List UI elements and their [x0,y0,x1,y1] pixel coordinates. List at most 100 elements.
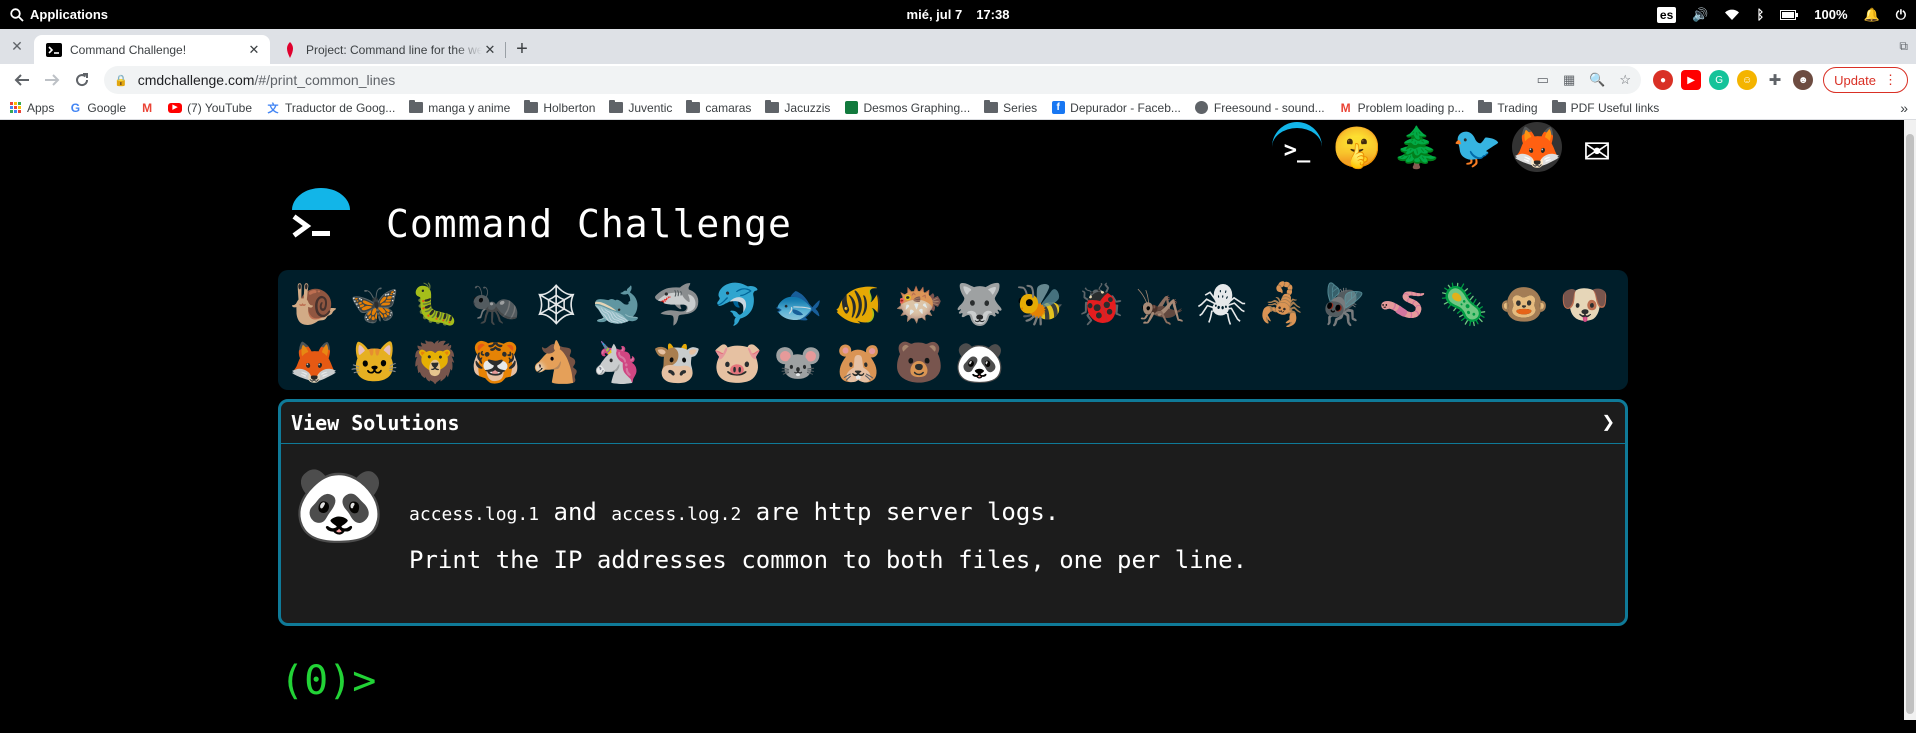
more-menu-icon: ⋮ [1884,72,1897,87]
profile-avatar[interactable]: ☻ [1793,70,1814,90]
challenge-unicorn-icon[interactable]: 🦄 [587,334,648,392]
keyboard-layout-indicator[interactable]: es [1656,6,1677,23]
extension-grammarly-icon[interactable]: G [1709,70,1730,90]
filename-code: access.log.2 [611,504,742,525]
challenge-cow-icon[interactable]: 🐮 [647,334,708,392]
challenge-bear-icon[interactable]: 🐻 [889,334,950,392]
battery-icon[interactable] [1780,9,1799,20]
reload-button[interactable] [68,66,96,94]
extension-youtube-icon[interactable]: ▶ [1681,70,1702,90]
close-tab-icon[interactable]: ✕ [246,42,262,58]
challenge-fly-icon[interactable]: 🪰 [1313,276,1374,334]
challenge-dog-icon[interactable]: 🐶 [1555,276,1616,334]
challenge-bee-icon[interactable]: 🐝 [1010,276,1071,334]
power-icon[interactable]: ⏻ [1896,7,1906,23]
challenge-panel: View Solutions ❯ 🐼 access.log.1 and acce… [278,399,1628,626]
challenge-wolf-icon[interactable]: 🐺 [950,276,1011,334]
lock-icon[interactable]: 🔒 [114,74,128,87]
bluetooth-icon[interactable]: ᛒ [1756,7,1764,22]
bookmark-item[interactable]: Juventic [609,100,672,115]
challenge-description-line2: Print the IP addresses common to both fi… [409,546,1248,574]
page-scrollbar[interactable] [1904,120,1916,720]
bookmark-item[interactable]: camaras [686,100,751,115]
challenge-dolphin-icon[interactable]: 🐬 [708,276,769,334]
bookmark-item[interactable]: Series [984,100,1037,115]
challenge-pig-icon[interactable]: 🐷 [708,334,769,392]
tab-command-challenge[interactable]: Command Challenge! ✕ [34,35,270,64]
extension-avatar-icon[interactable]: ☺ [1737,70,1758,90]
new-tab-button[interactable]: + [506,35,538,64]
bookmark-item[interactable]: Jacuzzis [765,100,830,115]
challenge-worm-icon[interactable]: 🪱 [1373,276,1434,334]
challenge-scorpion-icon[interactable]: 🦂 [1252,276,1313,334]
cast-icon[interactable]: ▭ [1537,72,1549,88]
challenge-tropical-fish-icon[interactable]: 🐠 [829,276,890,334]
bookmark-item[interactable]: Apps [8,101,54,115]
challenge-whale-icon[interactable]: 🐋 [587,276,648,334]
close-tab-icon[interactable]: ✕ [482,42,498,58]
gitlab-icon[interactable]: 🦊 [1512,122,1562,172]
mail-icon[interactable]: ✉ [1572,122,1622,173]
scrollbar-thumb[interactable] [1906,134,1914,714]
bookmark-star-icon[interactable]: ☆ [1619,72,1631,88]
challenge-spider-web-icon[interactable]: 🕸 [526,276,587,334]
forward-button[interactable] [38,66,66,94]
bookmark-item[interactable]: Holberton [524,100,595,115]
challenge-fox-icon[interactable]: 🦊 [284,334,345,392]
bookmark-item[interactable]: 文 Traductor de Goog... [266,101,396,115]
back-button[interactable] [8,66,36,94]
challenge-fish-icon[interactable]: 🐟 [768,276,829,334]
clock[interactable]: mié, jul 7 17:38 [907,7,1010,22]
challenge-caterpillar-icon[interactable]: 🐛 [405,276,466,334]
challenge-mouse-icon[interactable]: 🐭 [768,334,829,392]
shush-emoji-icon[interactable]: 🤫 [1332,122,1382,172]
close-window-icon[interactable]: ✕ [0,29,34,64]
volume-icon[interactable]: 🔊 [1692,7,1708,23]
challenge-horse-icon[interactable]: 🐴 [526,334,587,392]
bookmark-item[interactable]: f Depurador - Faceb... [1051,101,1181,115]
view-solutions-toggle[interactable]: View Solutions ❯ [281,402,1625,444]
bookmark-item[interactable]: Desmos Graphing... [844,101,970,115]
more-bookmarks-icon[interactable]: » [1900,100,1908,116]
applications-menu[interactable]: Applications [0,7,108,22]
challenge-hamster-icon[interactable]: 🐹 [829,334,890,392]
system-tray[interactable]: es 🔊 ᛒ 100% 🔔 ⏻ [1656,6,1906,23]
restore-window-icon[interactable]: ⧉ [1899,39,1908,54]
bookmark-item[interactable]: M [140,101,154,115]
zoom-icon[interactable]: 🔍 [1589,72,1605,88]
bookmark-item[interactable]: G Google [68,101,126,115]
gmail-icon: M [142,100,153,115]
challenge-lion-icon[interactable]: 🦁 [405,334,466,392]
challenge-snail-icon[interactable]: 🐌 [284,276,345,334]
challenge-microbe-icon[interactable]: 🦠 [1434,276,1495,334]
bookmark-item[interactable]: ▶ (7) YouTube [168,101,252,115]
challenge-blowfish-icon[interactable]: 🐡 [889,276,950,334]
bookmark-item[interactable]: manga y anime [409,100,510,115]
bookmark-item[interactable]: PDF Useful links [1551,100,1659,115]
address-bar[interactable]: 🔒 cmdchallenge.com/#/print_common_lines … [104,66,1642,94]
notification-bell-icon[interactable]: 🔔 [1864,7,1880,23]
terminal-prompt[interactable]: (0)> [280,658,376,704]
challenge-shark-icon[interactable]: 🦈 [647,276,708,334]
wifi-icon[interactable] [1724,9,1740,21]
cmdchallenge-icon[interactable]: >_ [1272,122,1322,172]
challenge-ant-icon[interactable]: 🐜 [466,276,527,334]
challenge-butterfly-icon[interactable]: 🦋 [345,276,406,334]
extensions-puzzle-icon[interactable]: ✚ [1765,70,1786,90]
extension-adblock-icon[interactable]: ● [1653,70,1674,90]
twitter-icon[interactable]: 🐦 [1452,122,1502,172]
challenge-cat-icon[interactable]: 🐱 [345,334,406,392]
challenge-cricket-icon[interactable]: 🦗 [1131,276,1192,334]
qr-code-icon[interactable]: ▦ [1563,72,1575,88]
challenge-ladybug-icon[interactable]: 🐞 [1071,276,1132,334]
bookmark-item[interactable]: Trading [1478,100,1538,115]
bookmark-item[interactable]: M Problem loading p... [1339,101,1465,115]
challenge-spider-icon[interactable]: 🕷 [1192,276,1253,334]
tree-icon[interactable]: 🌲 [1392,122,1442,172]
tab-project-command-line[interactable]: Project: Command line for the web ✕ [270,35,506,64]
update-button[interactable]: Update ⋮ [1823,67,1908,93]
challenge-monkey-icon[interactable]: 🐵 [1494,276,1555,334]
challenge-panda-icon[interactable]: 🐼 [950,334,1011,392]
bookmark-item[interactable]: Freesound - sound... [1195,101,1325,115]
challenge-tiger-icon[interactable]: 🐯 [466,334,527,392]
